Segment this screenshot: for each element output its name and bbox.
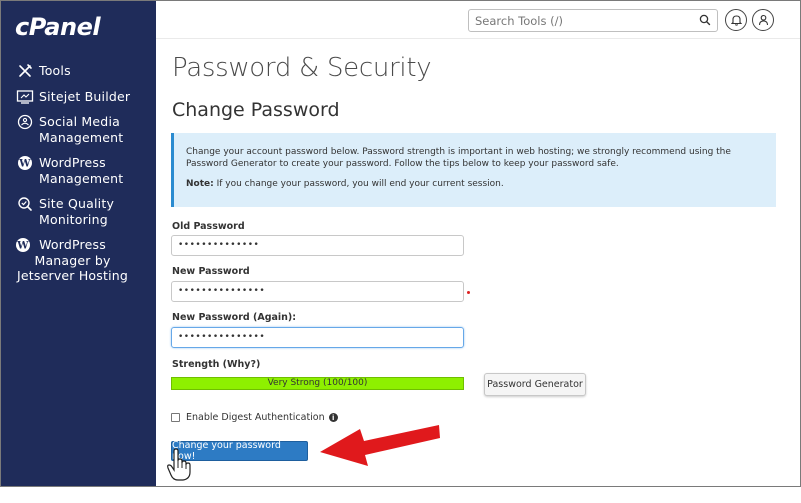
- old-password-field[interactable]: ••••••••••••••: [171, 235, 464, 256]
- social-media-icon: [15, 114, 35, 132]
- search-input[interactable]: Search Tools (/): [468, 9, 718, 32]
- new-password-label: New Password: [172, 266, 250, 277]
- digest-auth-label: Enable Digest Authentication: [186, 412, 325, 423]
- strength-label[interactable]: Strength (Why?): [172, 359, 260, 370]
- sidebar-item-label: Site Quality Monitoring: [39, 196, 115, 227]
- sidebar-item-site-quality[interactable]: Site Quality Monitoring: [1, 196, 156, 227]
- digest-auth-option[interactable]: Enable Digest Authentication i: [171, 412, 338, 423]
- strength-meter: Very Strong (100/100): [171, 377, 464, 390]
- tools-icon: [15, 63, 35, 81]
- required-marker: [467, 291, 470, 294]
- red-arrow-annotation: [320, 425, 440, 466]
- new-password-field[interactable]: •••••••••••••••: [171, 281, 464, 302]
- sidebar-item-label: Tools: [39, 63, 71, 78]
- sidebar-item-wordpress-management[interactable]: W WordPress Management: [1, 155, 156, 186]
- svg-text:W: W: [18, 159, 31, 170]
- sidebar: cPanel Tools Sitejet Builder Social Medi…: [1, 1, 156, 486]
- password-generator-button[interactable]: Password Generator: [484, 373, 586, 396]
- old-password-label: Old Password: [172, 221, 245, 232]
- new-password-again-label: New Password (Again):: [172, 312, 297, 323]
- sidebar-item-wordpress-manager-jetserver[interactable]: W WordPress Manager by Jetserver Hosting: [1, 237, 154, 284]
- new-password-again-field[interactable]: •••••••••••••••: [171, 327, 464, 348]
- alert-text: Change your account password below. Pass…: [186, 147, 731, 169]
- digest-auth-checkbox[interactable]: [171, 413, 180, 422]
- sidebar-item-label: WordPress Manager by Jetserver Hosting: [17, 237, 129, 283]
- sidebar-item-label: WordPress Management: [39, 155, 124, 186]
- sidebar-item-social-media[interactable]: Social Media Management: [1, 114, 156, 145]
- alert-note: Note: If you change your password, you w…: [186, 178, 764, 190]
- main-content: Password & Security Change Password Chan…: [156, 39, 800, 486]
- sidebar-item-label: Social Media Management: [39, 114, 124, 145]
- wordpress-icon: W: [15, 155, 35, 173]
- top-bar: Search Tools (/): [156, 1, 800, 39]
- window-frame: cPanel Tools Sitejet Builder Social Medi…: [0, 0, 801, 487]
- bell-icon[interactable]: [725, 9, 747, 31]
- sidebar-item-label: Sitejet Builder: [39, 89, 131, 104]
- note-label: Note:: [186, 179, 214, 189]
- search-placeholder: Search Tools (/): [475, 14, 563, 28]
- section-title: Change Password: [172, 99, 340, 121]
- cpanel-logo[interactable]: cPanel: [15, 13, 101, 41]
- search-icon[interactable]: [699, 14, 711, 29]
- hand-cursor-icon: [167, 448, 191, 481]
- info-alert: Change your account password below. Pass…: [171, 133, 776, 207]
- sidebar-item-sitejet[interactable]: Sitejet Builder: [1, 89, 156, 107]
- site-quality-icon: [15, 196, 35, 214]
- sidebar-item-tools[interactable]: Tools: [1, 63, 156, 81]
- user-icon[interactable]: [752, 9, 774, 31]
- sitejet-icon: [15, 89, 35, 107]
- note-text: If you change your password, you will en…: [213, 179, 504, 189]
- page-title: Password & Security: [172, 53, 432, 83]
